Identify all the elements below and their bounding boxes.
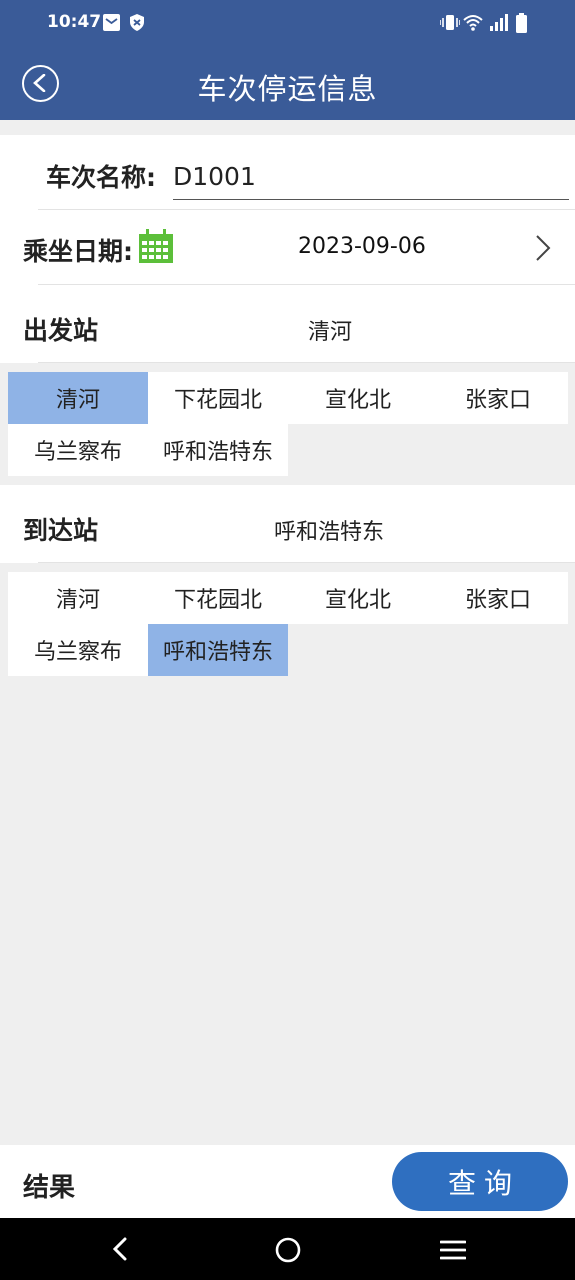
arrival-station-option[interactable]: 呼和浩特东 xyxy=(148,624,288,676)
shield-notification-icon xyxy=(130,14,144,35)
train-number-label: 车次名称: xyxy=(46,163,156,192)
status-bar: 10:47 xyxy=(0,0,575,48)
departure-station-option[interactable]: 呼和浩特东 xyxy=(148,424,288,476)
page-title: 车次停运信息 xyxy=(197,72,378,106)
departure-station-option[interactable]: 下花园北 xyxy=(148,372,288,424)
date-value[interactable]: 2023-09-06 xyxy=(298,234,426,259)
calendar-icon[interactable] xyxy=(138,229,174,268)
arrival-station-grid: 清河 下花园北 宣化北 张家口乌兰察布 呼和浩特东 xyxy=(8,572,568,676)
arrival-station-option[interactable]: 清河 xyxy=(8,572,148,624)
departure-station-grid: 清河 下花园北 宣化北 张家口乌兰察布 呼和浩特东 xyxy=(8,372,568,476)
system-nav-bar xyxy=(0,1218,575,1280)
arrival-station-option[interactable]: 乌兰察布 xyxy=(8,624,148,676)
result-label: 结果 xyxy=(23,1173,76,1203)
status-time: 10:47 xyxy=(47,12,102,32)
departure-station-option[interactable]: 清河 xyxy=(8,372,148,424)
chevron-right-icon[interactable] xyxy=(535,234,551,266)
bottom-bar: 结果 查询 xyxy=(0,1145,575,1218)
mail-notification-icon xyxy=(103,14,120,35)
date-label: 乘坐日期: xyxy=(23,237,133,266)
wifi-icon xyxy=(463,14,483,35)
arrival-station-option[interactable]: 张家口 xyxy=(428,572,568,624)
arrival-label: 到达站 xyxy=(23,516,99,545)
departure-station-option[interactable]: 乌兰察布 xyxy=(8,424,148,476)
departure-station-option[interactable]: 张家口 xyxy=(428,372,568,424)
departure-label: 出发站 xyxy=(23,316,99,345)
query-button[interactable]: 查询 xyxy=(392,1152,568,1211)
nav-home-icon[interactable] xyxy=(275,1237,301,1267)
departure-value: 清河 xyxy=(308,320,353,345)
app-bar: 车次停运信息 xyxy=(0,48,575,120)
battery-icon xyxy=(516,13,527,37)
signal-icon xyxy=(490,14,508,35)
nav-back-icon[interactable] xyxy=(112,1237,128,1265)
divider xyxy=(38,362,575,363)
arrival-station-option[interactable]: 下花园北 xyxy=(148,572,288,624)
train-number-input[interactable]: D1001 xyxy=(173,160,569,200)
vibrate-icon xyxy=(439,14,461,35)
arrival-value: 呼和浩特东 xyxy=(274,520,385,545)
divider xyxy=(38,562,575,563)
nav-menu-icon[interactable] xyxy=(439,1239,467,1265)
departure-station-option[interactable]: 宣化北 xyxy=(288,372,428,424)
arrival-station-option[interactable]: 宣化北 xyxy=(288,572,428,624)
